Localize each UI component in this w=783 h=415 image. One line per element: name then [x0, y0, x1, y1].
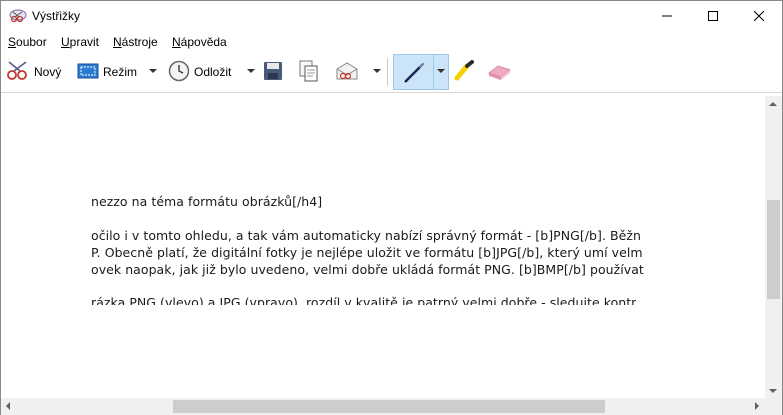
toolbar-border: [1, 92, 782, 93]
menu-bar: Soubor Upravit Nástroje Nápověda: [1, 32, 782, 52]
menu-nastroje[interactable]: Nástroje: [113, 35, 158, 49]
mode-button[interactable]: Režim: [77, 56, 137, 88]
mode-dropdown-arrow-icon[interactable]: [149, 69, 157, 73]
send-snip-button[interactable]: [335, 56, 359, 88]
clock-icon: [168, 60, 190, 85]
copy-button[interactable]: [299, 56, 319, 88]
snip-canvas[interactable]: nezzo na téma formátu obrázků[/h4] očilo…: [1, 96, 765, 398]
horizontal-scroll-thumb[interactable]: [173, 400, 605, 413]
copy-icon: [299, 60, 319, 85]
scroll-left-arrow-icon[interactable]: [6, 402, 10, 410]
window-title: Výstřižky: [32, 9, 80, 23]
snipping-tool-window: Výstřižky Soubor Upravit Nástroje Nápově…: [0, 0, 783, 415]
pen-dropdown-arrow-icon[interactable]: [437, 69, 445, 73]
highlighter-icon: [453, 59, 475, 85]
text-line: nezzo na téma formátu obrázků[/h4]: [91, 194, 323, 209]
title-bar[interactable]: Výstřižky: [1, 1, 782, 32]
delay-dropdown-arrow-icon[interactable]: [247, 69, 255, 73]
pen-icon: [403, 62, 425, 87]
menu-napoveda[interactable]: Nápověda: [172, 35, 227, 49]
vertical-scroll-thumb[interactable]: [767, 200, 780, 299]
scissors-app-icon: [9, 9, 27, 23]
scroll-up-arrow-icon[interactable]: [769, 102, 777, 106]
eraser-icon: [486, 61, 512, 84]
close-icon: [753, 10, 765, 24]
send-dropdown-arrow-icon[interactable]: [373, 69, 381, 73]
text-line: ovek naopak, jak již bylo uvedeno, velmi…: [91, 262, 644, 277]
text-line: očilo i v tomto ohledu, a tak vám automa…: [91, 228, 641, 243]
save-button[interactable]: [263, 56, 283, 88]
delay-button[interactable]: Odložit: [168, 56, 231, 88]
rectangle-snip-icon: [77, 62, 99, 83]
scissors-icon: [6, 60, 30, 85]
text-line: P. Obecně platí, že digitální fotky je n…: [91, 245, 643, 260]
delay-label: Odložit: [194, 65, 232, 79]
toolbar-separator: [387, 58, 388, 86]
menu-soubor[interactable]: Soubor: [8, 35, 47, 49]
mode-label: Režim: [103, 65, 138, 79]
envelope-icon: [335, 61, 359, 84]
maximize-button[interactable]: [690, 1, 736, 32]
toolbar: Nový Režim Odložit: [1, 52, 782, 92]
close-button[interactable]: [736, 1, 782, 32]
scroll-right-arrow-icon[interactable]: [755, 402, 759, 410]
maximize-icon: [708, 10, 718, 24]
eraser-button[interactable]: [486, 56, 512, 88]
minimize-icon: [662, 10, 672, 24]
menu-upravit[interactable]: Upravit: [61, 35, 99, 49]
new-snip-button[interactable]: Nový: [6, 56, 61, 88]
scrollbar-corner: [765, 398, 782, 415]
scroll-down-arrow-icon[interactable]: [769, 389, 777, 393]
new-snip-label: Nový: [34, 65, 62, 79]
floppy-disk-icon: [263, 61, 283, 84]
pen-split-divider: [433, 54, 434, 90]
text-line-cut: rázka PNG (vlevo) a JPG (vpravo), rozdíl…: [91, 295, 637, 305]
minimize-button[interactable]: [644, 1, 690, 32]
highlighter-button[interactable]: [453, 56, 475, 88]
